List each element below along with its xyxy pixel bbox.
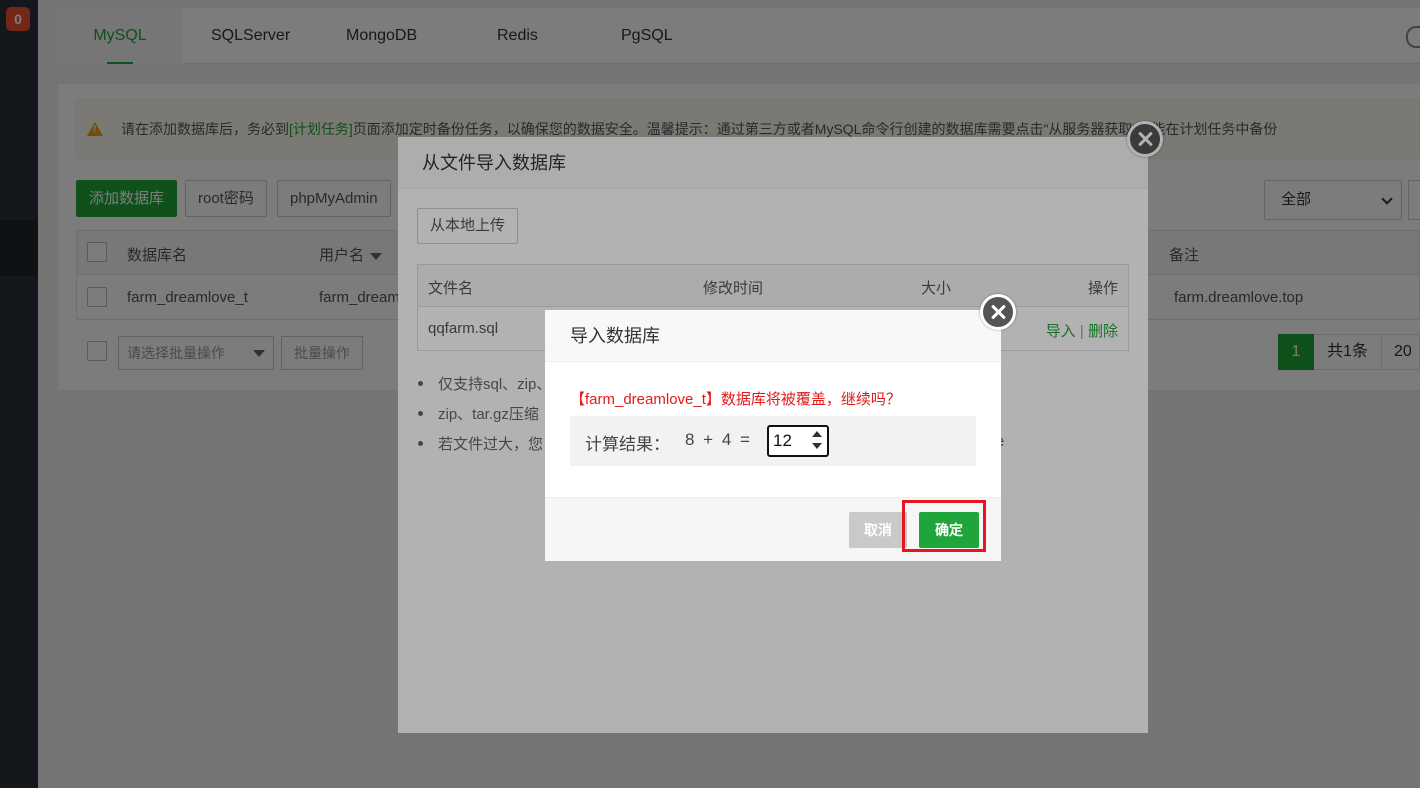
close-icon[interactable] — [980, 294, 1016, 330]
calc-expression: 8 + 4 = — [685, 430, 750, 449]
number-spinner[interactable] — [810, 429, 824, 453]
spin-down-icon[interactable] — [812, 443, 822, 449]
calc-label: 计算结果： — [585, 435, 670, 454]
highlight-box — [902, 500, 986, 552]
captcha-box: 计算结果： 8 + 4 = — [570, 416, 976, 466]
dialog-title: 导入数据库 — [545, 310, 1001, 362]
cancel-button[interactable]: 取消 — [849, 512, 907, 548]
spin-up-icon[interactable] — [812, 431, 822, 437]
overwrite-warning: 【farm_dreamlove_t】数据库将被覆盖，继续吗？ — [570, 391, 901, 408]
